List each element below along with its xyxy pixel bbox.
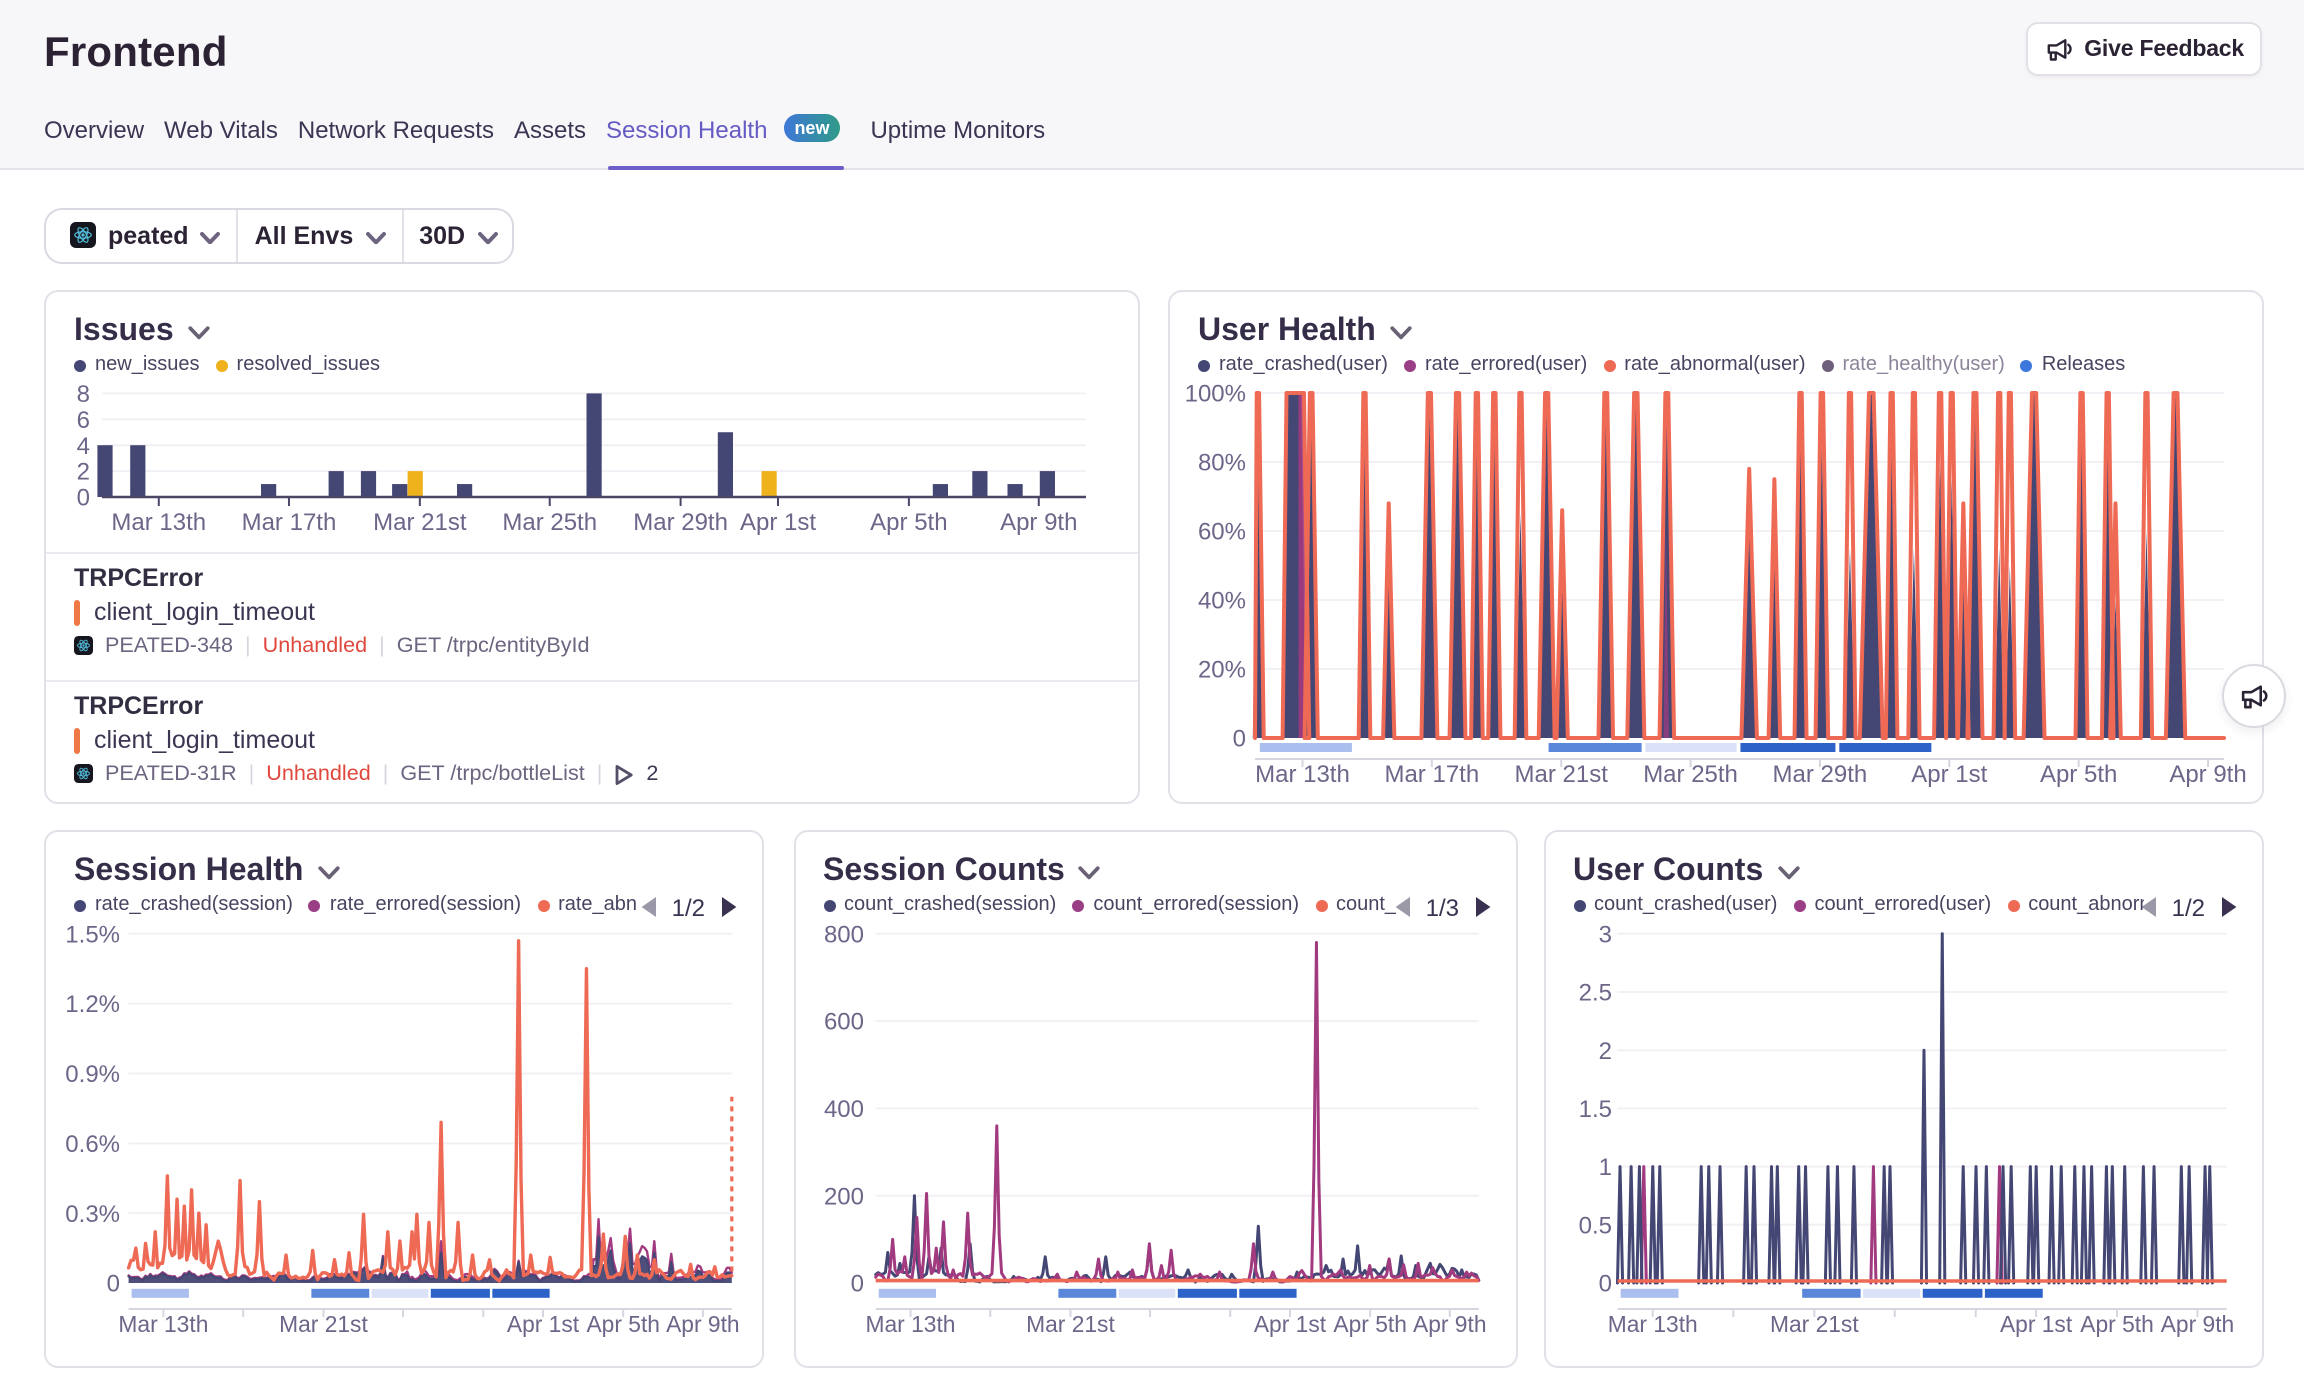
svg-text:Mar 13th: Mar 13th	[865, 1310, 955, 1336]
svg-text:80%: 80%	[1198, 449, 1246, 476]
svg-text:Apr 5th: Apr 5th	[2079, 1310, 2153, 1336]
svg-text:Mar 21st: Mar 21st	[373, 508, 467, 535]
svg-text:0.9%: 0.9%	[65, 1060, 120, 1087]
svg-text:Apr 5th: Apr 5th	[586, 1310, 660, 1336]
svg-text:Mar 25th: Mar 25th	[1643, 760, 1738, 787]
svg-text:1: 1	[1598, 1153, 1611, 1180]
svg-text:Mar 21st: Mar 21st	[1515, 760, 1609, 787]
svg-text:4: 4	[77, 432, 90, 459]
svg-text:200: 200	[823, 1182, 863, 1209]
svg-text:Mar 25th: Mar 25th	[502, 508, 597, 535]
svg-text:Apr 5th: Apr 5th	[870, 508, 947, 535]
svg-text:Apr 1st: Apr 1st	[507, 1310, 580, 1336]
svg-text:0: 0	[1233, 725, 1246, 752]
svg-text:800: 800	[823, 920, 863, 947]
svg-text:2: 2	[1598, 1037, 1611, 1064]
svg-text:100%: 100%	[1185, 380, 1246, 407]
svg-text:Mar 13th: Mar 13th	[1607, 1310, 1697, 1336]
svg-text:0: 0	[77, 484, 90, 511]
svg-text:Apr 9th: Apr 9th	[1412, 1310, 1486, 1336]
svg-text:Mar 21st: Mar 21st	[1025, 1310, 1114, 1336]
svg-text:Mar 13th: Mar 13th	[111, 508, 206, 535]
svg-text:600: 600	[823, 1008, 863, 1035]
svg-text:0: 0	[107, 1270, 120, 1297]
svg-text:1.5: 1.5	[1578, 1095, 1611, 1122]
svg-text:Apr 9th: Apr 9th	[2160, 1310, 2234, 1336]
svg-text:6: 6	[77, 406, 90, 433]
svg-text:60%: 60%	[1198, 518, 1246, 545]
svg-text:Mar 29th: Mar 29th	[1773, 760, 1868, 787]
svg-text:3: 3	[1598, 920, 1611, 947]
svg-text:Apr 1st: Apr 1st	[1253, 1310, 1326, 1336]
svg-text:20%: 20%	[1198, 656, 1246, 683]
svg-text:Mar 17th: Mar 17th	[1384, 760, 1479, 787]
svg-text:Mar 13th: Mar 13th	[118, 1310, 208, 1336]
svg-text:0: 0	[1598, 1270, 1611, 1297]
svg-text:2.5: 2.5	[1578, 979, 1611, 1006]
svg-text:0.3%: 0.3%	[65, 1200, 120, 1227]
svg-text:Apr 1st: Apr 1st	[1999, 1310, 2072, 1336]
svg-text:Mar 13th: Mar 13th	[1255, 760, 1350, 787]
svg-text:Mar 17th: Mar 17th	[242, 508, 337, 535]
svg-text:0: 0	[850, 1270, 863, 1297]
svg-text:Mar 29th: Mar 29th	[633, 508, 728, 535]
svg-text:Apr 5th: Apr 5th	[2040, 760, 2117, 787]
svg-text:1.2%: 1.2%	[65, 990, 120, 1017]
svg-text:Apr 5th: Apr 5th	[1332, 1310, 1406, 1336]
svg-text:Apr 9th: Apr 9th	[2169, 760, 2246, 787]
svg-text:Mar 21st: Mar 21st	[1769, 1310, 1858, 1336]
svg-text:Mar 21st: Mar 21st	[279, 1310, 368, 1336]
svg-text:Apr 9th: Apr 9th	[1000, 508, 1077, 535]
svg-text:Apr 1st: Apr 1st	[1911, 760, 1987, 787]
svg-text:0.6%: 0.6%	[65, 1130, 120, 1157]
svg-text:Apr 9th: Apr 9th	[666, 1310, 740, 1336]
svg-text:0.5: 0.5	[1578, 1211, 1611, 1238]
svg-text:40%: 40%	[1198, 587, 1246, 614]
svg-text:Apr 1st: Apr 1st	[740, 508, 816, 535]
svg-text:8: 8	[77, 380, 90, 407]
svg-text:2: 2	[77, 458, 90, 485]
svg-text:1.5%: 1.5%	[65, 920, 120, 947]
svg-text:400: 400	[823, 1095, 863, 1122]
